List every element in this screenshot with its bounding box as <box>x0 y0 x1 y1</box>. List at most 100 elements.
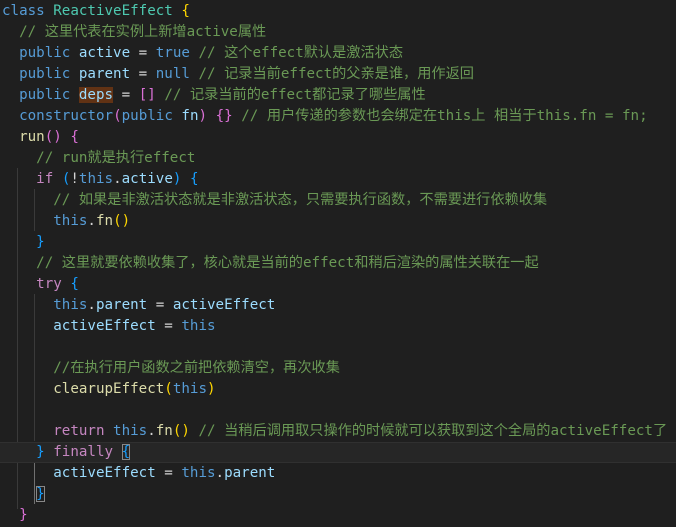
code-token: active <box>121 171 173 187</box>
code-token: () <box>44 129 62 145</box>
code-token: this <box>53 213 88 229</box>
code-line[interactable]: this.fn() <box>0 211 676 232</box>
code-token: activeEffect <box>172 297 276 313</box>
code-token: . <box>215 465 225 481</box>
code-line[interactable]: // run就是执行effect <box>0 148 676 169</box>
code-line[interactable]: activeEffect = this.parent <box>0 463 676 484</box>
code-line[interactable] <box>0 337 676 358</box>
code-line[interactable]: return this.fn() // 当稍后调用取只操作的时候就可以获取到这个… <box>0 421 676 442</box>
code-token: activeEffect <box>53 318 156 334</box>
code-token: . <box>87 297 96 313</box>
code-token: ( <box>164 381 173 397</box>
code-line[interactable]: clearupEffect(this) <box>0 379 676 400</box>
code-line[interactable]: activeEffect = this <box>0 316 676 337</box>
code-comment: // run就是执行effect <box>36 150 196 166</box>
code-token: . <box>147 423 156 439</box>
code-token: try <box>36 276 62 292</box>
code-comment: // 这里代表在实例上新增active属性 <box>19 24 267 40</box>
code-token: if <box>36 171 54 187</box>
code-token: { <box>189 171 199 187</box>
code-token: . <box>87 213 96 229</box>
code-token: this <box>172 381 208 397</box>
code-token: fn <box>155 423 173 439</box>
code-token: { <box>181 3 190 19</box>
code-token: public <box>19 45 71 61</box>
code-token: public <box>19 87 71 103</box>
code-token: . <box>113 171 122 187</box>
code-line[interactable]: public parent = null // 记录当前effect的父亲是谁，… <box>0 64 676 85</box>
code-token: = <box>113 87 139 103</box>
code-line[interactable]: if (!this.active) { <box>0 169 676 190</box>
code-token: activeEffect <box>53 465 156 481</box>
code-token: constructor <box>19 108 114 124</box>
code-token: run <box>19 129 45 145</box>
code-line[interactable]: run() { <box>0 127 676 148</box>
code-comment: // 记录当前effect的父亲是谁，用作返回 <box>198 66 474 82</box>
code-token: ) <box>207 381 216 397</box>
code-line[interactable]: } finally { <box>0 442 676 463</box>
code-comment: // 如果是非激活状态就是非激活状态，只需要执行函数，不需要进行依赖收集 <box>53 192 548 208</box>
code-token: ReactiveEffect <box>53 3 173 19</box>
code-token: fn <box>181 108 199 124</box>
code-token: parent <box>224 465 276 481</box>
code-token: this <box>181 318 216 334</box>
code-token: public <box>19 66 71 82</box>
code-line[interactable]: public deps = [] // 记录当前的effect都记录了哪些属性 <box>0 85 676 106</box>
code-token: public <box>121 108 173 124</box>
code-comment: // 用户传递的参数也会绑定在this上 相当于this.fn = fn; <box>241 108 648 124</box>
code-token: this <box>78 171 114 187</box>
code-token: fn <box>95 213 114 229</box>
code-token: deps <box>78 87 114 103</box>
code-token: { <box>70 129 79 145</box>
code-token: = <box>130 45 156 61</box>
code-line[interactable]: } <box>0 232 676 253</box>
code-comment: // 记录当前的effect都记录了哪些属性 <box>164 87 426 103</box>
code-token: finally <box>53 444 114 460</box>
code-token: = <box>130 66 156 82</box>
code-line[interactable]: } <box>0 505 676 526</box>
code-token: () <box>172 423 190 439</box>
code-editor[interactable]: class ReactiveEffect { // 这里代表在实例上新增acti… <box>0 0 676 527</box>
code-line[interactable]: // 如果是非激活状态就是非激活状态，只需要执行函数，不需要进行依赖收集 <box>0 190 676 211</box>
code-line[interactable]: public active = true // 这个effect默认是激活状态 <box>0 43 676 64</box>
code-line[interactable]: try { <box>0 274 676 295</box>
code-line[interactable]: // 这里代表在实例上新增active属性 <box>0 22 676 43</box>
code-line[interactable]: // 这里就要依赖收集了，核心就是当前的effect和稍后渲染的属性关联在一起 <box>0 253 676 274</box>
code-line[interactable]: constructor(public fn) {} // 用户传递的参数也会绑定… <box>0 106 676 127</box>
code-token: parent <box>95 297 148 313</box>
code-token: active <box>78 45 131 61</box>
code-line[interactable]: //在执行用户函数之前把依赖清空，再次收集 <box>0 358 676 379</box>
code-token: } <box>36 234 45 250</box>
code-token: ! <box>70 171 79 187</box>
code-line[interactable] <box>0 400 676 421</box>
code-line[interactable]: this.parent = activeEffect <box>0 295 676 316</box>
code-line[interactable]: class ReactiveEffect { <box>0 1 676 22</box>
code-token: class <box>2 3 45 19</box>
code-token: { <box>121 444 131 460</box>
code-line[interactable]: } <box>0 484 676 505</box>
code-token: { <box>70 276 79 292</box>
code-token: = <box>155 318 182 334</box>
code-comment: // 这里就要依赖收集了，核心就是当前的effect和稍后渲染的属性关联在一起 <box>36 255 539 271</box>
code-token: this <box>53 297 88 313</box>
